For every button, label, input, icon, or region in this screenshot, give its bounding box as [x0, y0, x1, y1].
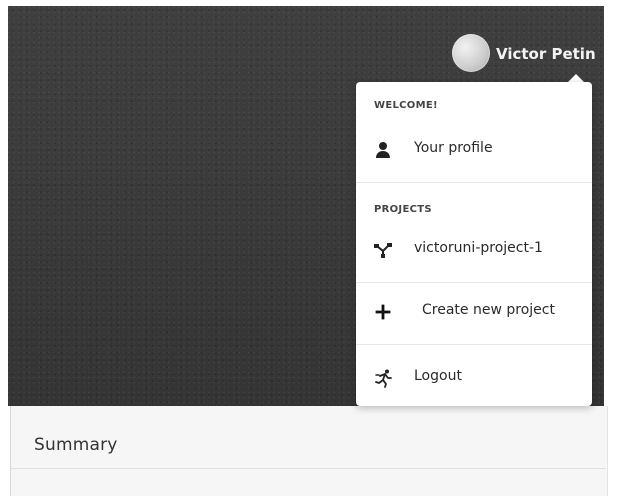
project-graph-icon: [372, 239, 394, 261]
logout-label: Logout: [414, 368, 462, 384]
projects-section-label: PROJECTS: [374, 204, 432, 215]
your-profile-item[interactable]: Your profile: [356, 128, 592, 172]
summary-title: Summary: [34, 435, 118, 455]
your-profile-label: Your profile: [414, 140, 493, 156]
project-item-victoruni-project-1[interactable]: victoruni-project-1: [356, 228, 592, 272]
runner-icon: [372, 367, 394, 389]
menu-divider: [356, 282, 592, 283]
summary-divider: [10, 468, 606, 469]
user-icon: [372, 139, 394, 161]
menu-divider: [356, 344, 592, 345]
plus-icon: [372, 301, 394, 323]
welcome-section-label: WELCOME!: [374, 100, 438, 111]
dropdown-caret: [568, 74, 584, 82]
user-menu-toggle[interactable]: Victor Petin: [448, 34, 608, 74]
create-new-project-item[interactable]: Create new project: [356, 290, 592, 334]
project-item-label: victoruni-project-1: [414, 240, 543, 256]
user-dropdown-menu: WELCOME! Your profile PROJECTS victoruni…: [356, 82, 592, 406]
user-name[interactable]: Victor Petin: [496, 45, 596, 63]
menu-divider: [356, 182, 592, 183]
create-new-project-label: Create new project: [422, 302, 555, 318]
avatar[interactable]: [452, 34, 490, 72]
logout-item[interactable]: Logout: [356, 356, 592, 400]
